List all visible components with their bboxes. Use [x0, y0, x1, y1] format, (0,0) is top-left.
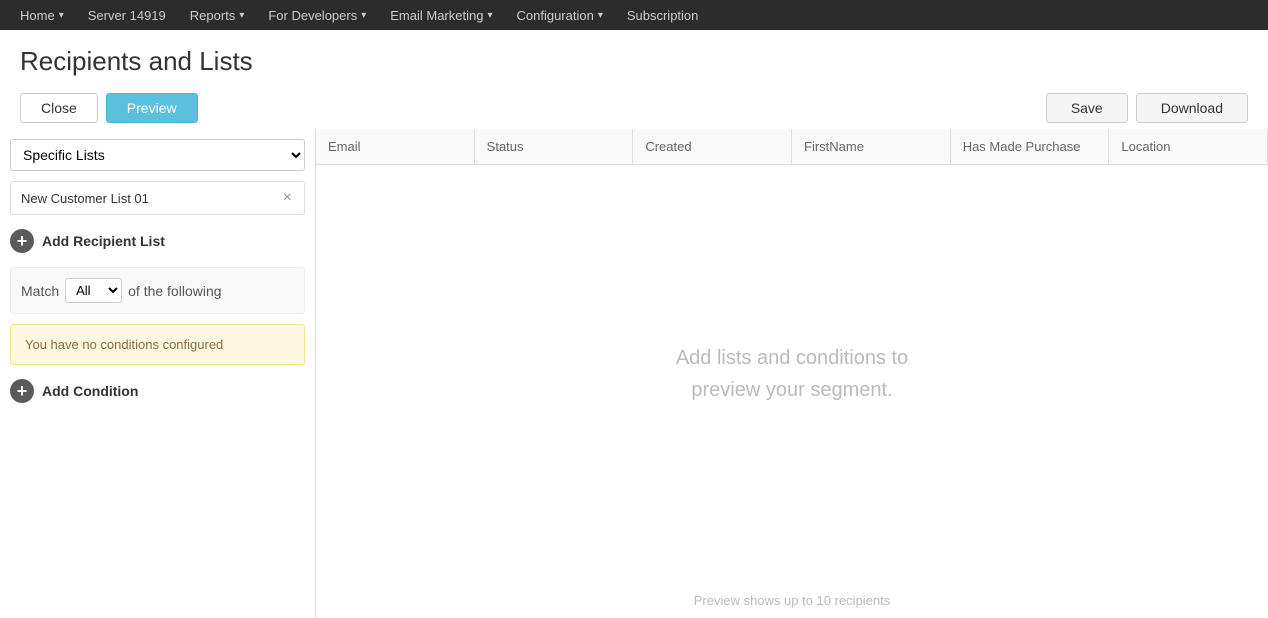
right-main: Add lists and conditions to preview your…: [316, 165, 1268, 583]
match-suffix: of the following: [128, 283, 221, 299]
col-created: Created: [633, 129, 792, 164]
nav-subscription-label: Subscription: [627, 8, 699, 23]
center-message: Add lists and conditions to preview your…: [676, 342, 908, 406]
main-content: Specific Lists All Lists All Active List…: [0, 129, 1268, 618]
nav-home-label: Home: [20, 8, 55, 23]
nav-email-marketing-arrow: ▾: [487, 10, 492, 21]
close-button[interactable]: Close: [20, 93, 98, 123]
remove-list-button[interactable]: ×: [281, 190, 294, 206]
top-navigation: Home ▾ Server 14919 Reports ▾ For Develo…: [0, 0, 1268, 30]
col-location: Location: [1109, 129, 1268, 164]
add-condition-icon: +: [10, 379, 34, 403]
add-condition-row[interactable]: + Add Condition: [10, 375, 305, 407]
nav-configuration-label: Configuration: [516, 8, 593, 23]
table-header: Email Status Created FirstName Has Made …: [316, 129, 1268, 165]
page-title: Recipients and Lists: [20, 46, 1248, 77]
nav-developers-label: For Developers: [268, 8, 357, 23]
no-conditions-box: You have no conditions configured: [10, 324, 305, 365]
nav-home-arrow: ▾: [59, 10, 64, 21]
col-status: Status: [475, 129, 634, 164]
nav-home[interactable]: Home ▾: [10, 4, 74, 27]
nav-reports-arrow: ▾: [239, 10, 244, 21]
add-recipient-icon: +: [10, 229, 34, 253]
match-select[interactable]: All Any: [65, 278, 122, 303]
page-header: Recipients and Lists: [0, 30, 1268, 87]
match-label: Match: [21, 283, 59, 299]
add-recipient-label: Add Recipient List: [42, 233, 165, 249]
nav-subscription[interactable]: Subscription: [617, 4, 709, 27]
add-recipient-list-row[interactable]: + Add Recipient List: [10, 225, 305, 257]
preview-note: Preview shows up to 10 recipients: [316, 583, 1268, 618]
page-container: Recipients and Lists Close Preview Save …: [0, 30, 1268, 618]
nav-configuration-arrow: ▾: [598, 10, 603, 21]
nav-reports[interactable]: Reports ▾: [180, 4, 255, 27]
nav-reports-label: Reports: [190, 8, 236, 23]
nav-developers[interactable]: For Developers ▾: [258, 4, 376, 27]
left-panel: Specific Lists All Lists All Active List…: [0, 129, 316, 618]
nav-email-marketing-label: Email Marketing: [390, 8, 483, 23]
center-message-line2: preview your segment.: [691, 379, 892, 401]
nav-configuration[interactable]: Configuration ▾: [506, 4, 612, 27]
col-email: Email: [316, 129, 475, 164]
match-row: Match All Any of the following: [10, 267, 305, 314]
nav-server-label: Server 14919: [88, 8, 166, 23]
right-panel: Email Status Created FirstName Has Made …: [316, 129, 1268, 618]
no-conditions-text: You have no conditions configured: [25, 337, 223, 352]
recipient-list-item: New Customer List 01 ×: [10, 181, 305, 215]
nav-server[interactable]: Server 14919: [78, 4, 176, 27]
toolbar: Close Preview Save Download: [0, 87, 1268, 129]
download-button[interactable]: Download: [1136, 93, 1248, 123]
nav-developers-arrow: ▾: [361, 10, 366, 21]
recipient-list-name: New Customer List 01: [21, 191, 149, 206]
nav-email-marketing[interactable]: Email Marketing ▾: [380, 4, 502, 27]
col-firstname: FirstName: [792, 129, 951, 164]
col-has-made-purchase: Has Made Purchase: [951, 129, 1110, 164]
list-type-select[interactable]: Specific Lists All Lists All Active List…: [10, 139, 305, 171]
preview-button[interactable]: Preview: [106, 93, 198, 123]
add-condition-label: Add Condition: [42, 383, 138, 399]
save-button[interactable]: Save: [1046, 93, 1128, 123]
center-message-line1: Add lists and conditions to: [676, 347, 908, 369]
